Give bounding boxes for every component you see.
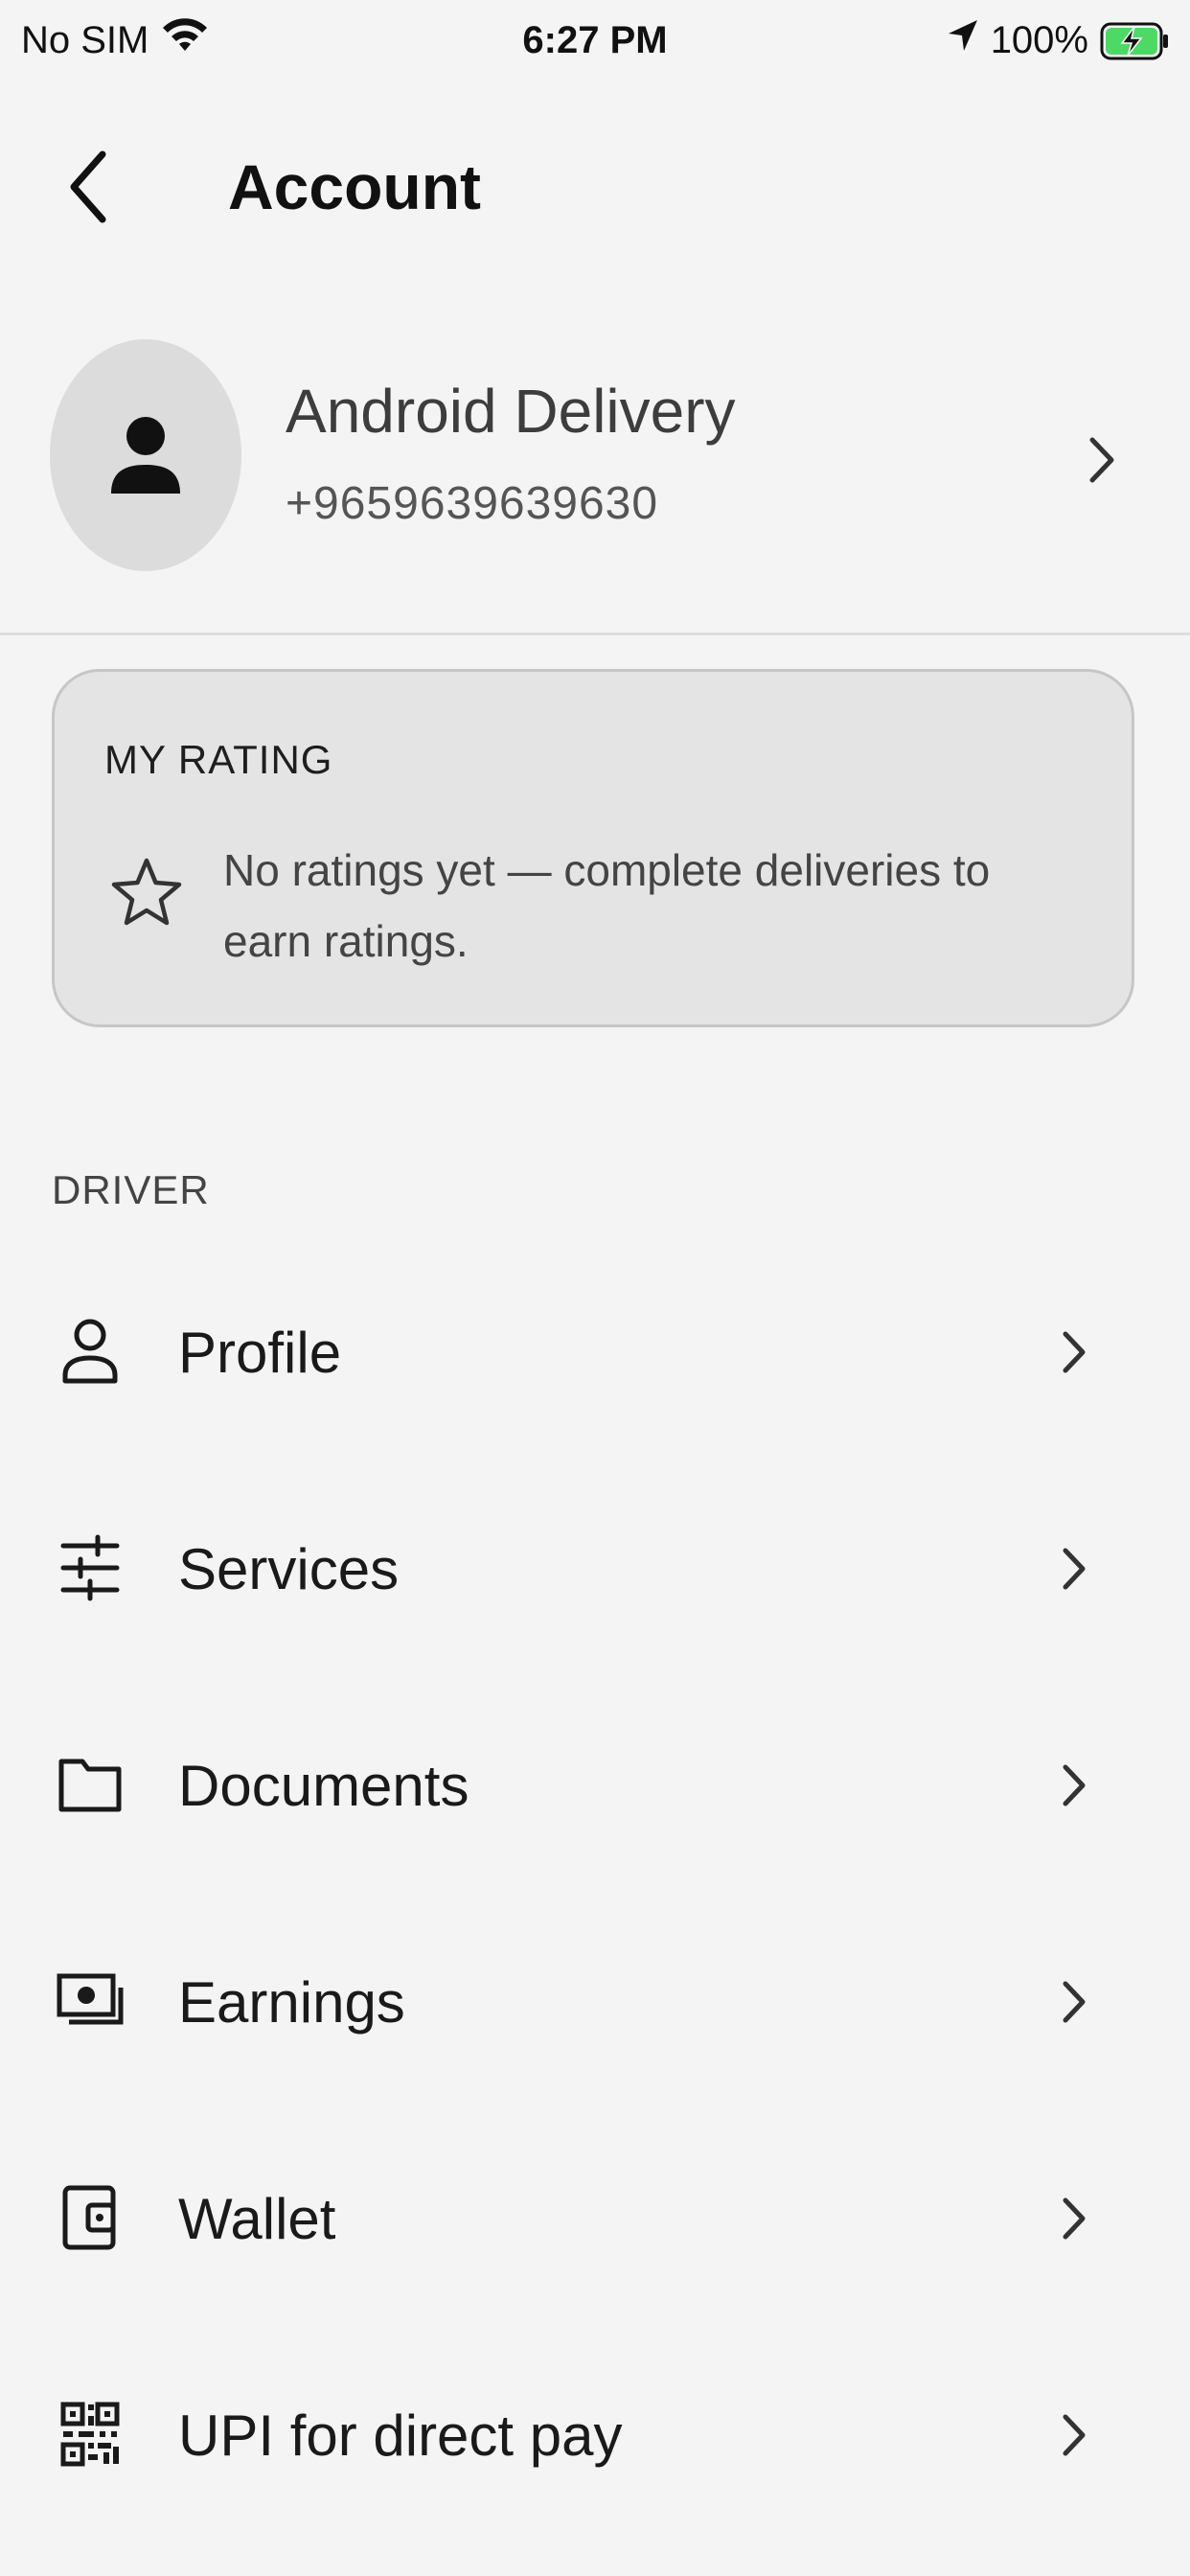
menu-item-label: Documents <box>178 1753 469 1818</box>
divider <box>0 632 1190 635</box>
profile-name: Android Delivery <box>286 377 736 446</box>
rating-card: MY RATING No ratings yet — complete deli… <box>52 669 1134 1027</box>
chevron-right-icon <box>1050 1319 1098 1386</box>
wallet-icon <box>54 2181 126 2254</box>
chevron-right-icon <box>1050 1752 1098 1819</box>
section-label: DRIVER <box>52 1167 210 1212</box>
menu-item-earnings[interactable]: Earnings <box>0 1898 1190 2114</box>
chevron-right-icon <box>1050 2185 1098 2252</box>
menu-item-services[interactable]: Services <box>0 1464 1190 1681</box>
menu-item-documents[interactable]: Documents <box>0 1681 1190 1898</box>
sliders-icon <box>54 1531 126 1604</box>
profile-phone: +9659639639630 <box>286 478 659 529</box>
chevron-left-icon <box>70 150 106 223</box>
chevron-right-icon <box>1050 1968 1098 2036</box>
rating-label: MY RATING <box>104 737 333 782</box>
qr-code-icon <box>54 2398 126 2471</box>
chevron-right-icon <box>1050 2402 1098 2469</box>
menu-item-label: Wallet <box>178 2186 336 2251</box>
chevron-right-icon <box>1050 1535 1098 1602</box>
chevron-right-icon <box>1073 422 1131 498</box>
folder-icon <box>54 1748 126 1821</box>
menu-item-upi[interactable]: UPI for direct pay <box>0 2331 1190 2547</box>
cash-icon <box>54 1965 126 2037</box>
status-bar-right: 100% <box>947 13 1169 67</box>
rating-message: No ratings yet — complete deliveries to … <box>223 845 991 966</box>
menu-item-label: Earnings <box>178 1969 405 2035</box>
location-arrow-icon <box>947 18 979 62</box>
menu-item-label: Profile <box>178 1320 342 1385</box>
menu-item-wallet[interactable]: Wallet <box>0 2114 1190 2331</box>
person-outline-icon <box>54 1315 126 1388</box>
menu-item-label: Services <box>178 1536 400 1601</box>
menu-item-label: UPI for direct pay <box>178 2403 623 2468</box>
battery-charging-icon <box>1100 22 1169 60</box>
star-outline-icon <box>110 856 183 929</box>
profile-header[interactable]: Android Delivery +9659639639630 <box>0 326 1190 632</box>
person-icon <box>111 417 180 494</box>
menu-item-profile[interactable]: Profile <box>0 1248 1190 1464</box>
battery-percent: 100% <box>990 18 1088 61</box>
back-button[interactable] <box>50 134 126 240</box>
avatar <box>50 339 241 571</box>
page-title: Account <box>228 151 481 222</box>
